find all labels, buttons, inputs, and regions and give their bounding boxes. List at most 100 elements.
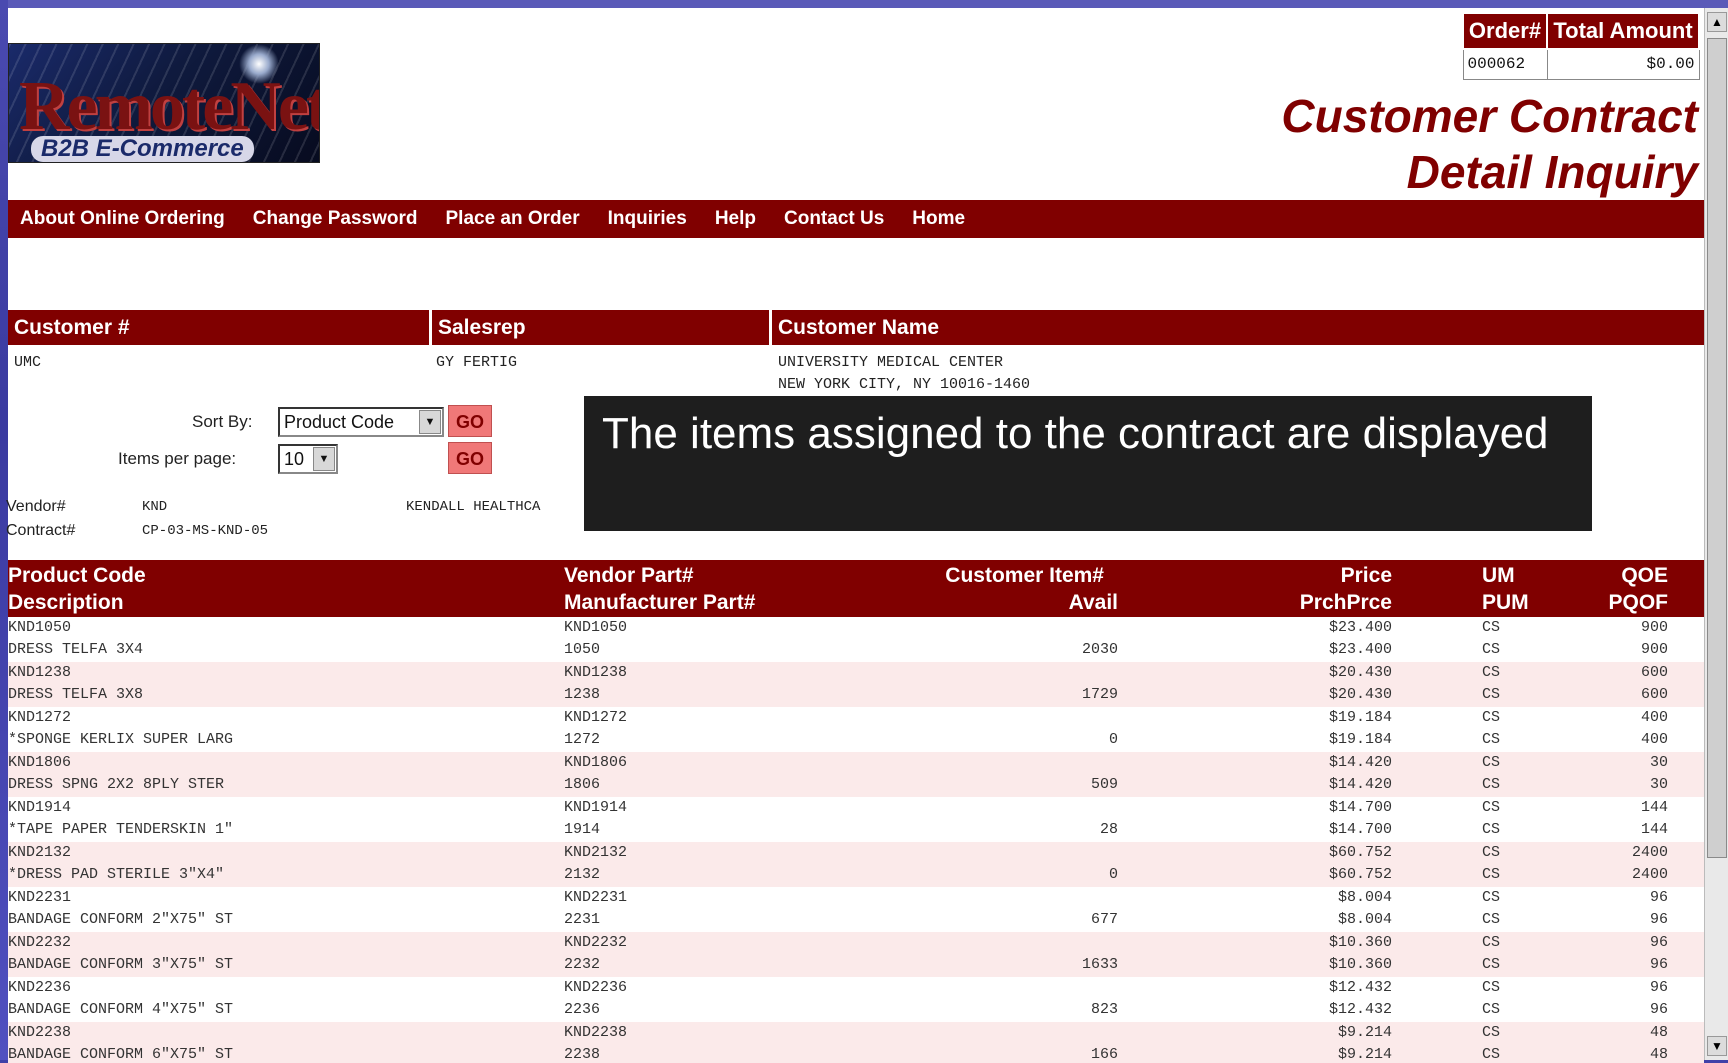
vendor-part-cell: KND1050 — [564, 619, 628, 636]
table-row[interactable]: KND1238 DRESS TELFA 3X8 KND1238 1238 172… — [8, 662, 1704, 707]
nav-home[interactable]: Home — [912, 208, 965, 230]
product-code-cell[interactable]: KND2231 — [8, 887, 71, 909]
items-per-page-select[interactable]: 10 ▼ — [278, 444, 338, 474]
pqof-cell: 900 — [1640, 641, 1668, 658]
pqof-cell: 48 — [1649, 1046, 1668, 1063]
col-product-code: Product Code — [8, 564, 146, 587]
product-code-cell[interactable]: KND1238 — [8, 662, 71, 684]
table-row[interactable]: KND2238 BANDAGE CONFORM 6"X75" ST KND223… — [8, 1022, 1704, 1063]
prch-price-cell: $23.400 — [1328, 641, 1392, 658]
um-cell: CS — [1482, 1024, 1501, 1041]
description-cell: DRESS TELFA 3X8 — [8, 686, 144, 703]
table-row[interactable]: KND2232 BANDAGE CONFORM 3"X75" ST KND223… — [8, 932, 1704, 977]
table-row[interactable]: KND2236 BANDAGE CONFORM 4"X75" ST KND223… — [8, 977, 1704, 1022]
col-customer-item: Customer Item# — [945, 564, 1104, 587]
pum-cell: CS — [1482, 911, 1501, 928]
chevron-down-icon[interactable]: ▼ — [419, 410, 441, 434]
nav-about-online-ordering[interactable]: About Online Ordering — [20, 208, 225, 230]
table-row[interactable]: KND2132 *DRESS PAD STERILE 3"X4" KND2132… — [8, 842, 1704, 887]
nav-change-password[interactable]: Change Password — [253, 208, 418, 230]
price-cell: $14.420 — [1328, 754, 1392, 771]
product-code-cell[interactable]: KND1050 — [8, 617, 71, 639]
table-row[interactable]: KND1806 DRESS SPNG 2X2 8PLY STER KND1806… — [8, 752, 1704, 797]
price-cell: $9.214 — [1337, 1024, 1392, 1041]
qoe-cell: 96 — [1649, 979, 1668, 996]
chevron-down-icon[interactable]: ▼ — [313, 447, 335, 471]
description-cell: BANDAGE CONFORM 3"X75" ST — [8, 956, 234, 973]
qoe-cell: 2400 — [1631, 844, 1668, 861]
qoe-cell: 96 — [1649, 889, 1668, 906]
manufacturer-part-cell: 2238 — [564, 1046, 601, 1063]
order-number-header: Order# — [1462, 12, 1548, 50]
items-go-button[interactable]: GO — [448, 442, 492, 474]
customer-address-value: NEW YORK CITY, NY 10016-1460 — [778, 376, 1031, 393]
customer-number-value: UMC — [14, 354, 42, 371]
price-cell: $10.360 — [1328, 934, 1392, 951]
sort-by-select[interactable]: Product Code ▼ — [278, 407, 444, 437]
customer-name-value: UNIVERSITY MEDICAL CENTER — [778, 354, 1004, 371]
product-code-cell[interactable]: KND1914 — [8, 797, 71, 819]
nav-contact-us[interactable]: Contact Us — [784, 208, 884, 230]
product-code-cell[interactable]: KND1806 — [8, 752, 71, 774]
pum-cell: CS — [1482, 686, 1501, 703]
sort-go-button[interactable]: GO — [448, 405, 492, 437]
qoe-cell: 144 — [1640, 799, 1668, 816]
product-code-cell[interactable]: KND2236 — [8, 977, 71, 999]
pqof-cell: 400 — [1640, 731, 1668, 748]
scroll-up-arrow-icon[interactable]: ▲ — [1707, 12, 1727, 32]
items-per-page-label: Items per page: — [118, 449, 237, 468]
contract-value: CP-03-MS-KND-05 — [142, 523, 269, 539]
price-cell: $19.184 — [1328, 709, 1392, 726]
vendor-part-cell: KND1806 — [564, 754, 628, 771]
vendor-part-cell: KND1272 — [564, 709, 628, 726]
price-cell: $23.400 — [1328, 619, 1392, 636]
pqof-cell: 96 — [1649, 956, 1668, 973]
col-prch-price: PrchPrce — [1299, 591, 1392, 614]
salesrep-value: GY FERTIG — [436, 354, 518, 371]
table-row[interactable]: KND1272 *SPONGE KERLIX SUPER LARG KND127… — [8, 707, 1704, 752]
pqof-cell: 2400 — [1631, 866, 1668, 883]
avail-cell: 1633 — [1081, 956, 1118, 973]
customer-name-header: Customer Name — [778, 316, 940, 339]
description-cell: *SPONGE KERLIX SUPER LARG — [8, 731, 234, 748]
qoe-cell: 900 — [1640, 619, 1668, 636]
avail-cell: 1729 — [1081, 686, 1118, 703]
scroll-thumb[interactable] — [1707, 38, 1727, 858]
window-frame-top — [0, 0, 1728, 8]
description-cell: *DRESS PAD STERILE 3"X4" — [8, 866, 225, 883]
nav-place-an-order[interactable]: Place an Order — [446, 208, 580, 230]
scroll-down-arrow-icon[interactable]: ▼ — [1707, 1036, 1727, 1056]
pum-cell: CS — [1482, 866, 1501, 883]
pum-cell: CS — [1482, 821, 1501, 838]
nav-inquiries[interactable]: Inquiries — [608, 208, 687, 230]
page-title-line2: Detail Inquiry — [1406, 146, 1698, 198]
avail-cell: 0 — [1108, 731, 1118, 748]
price-cell: $8.004 — [1337, 889, 1392, 906]
pqof-cell: 96 — [1649, 1001, 1668, 1018]
um-cell: CS — [1482, 709, 1501, 726]
nav-help[interactable]: Help — [715, 208, 756, 230]
vendor-name: KENDALL HEALTHCA — [406, 499, 541, 515]
sort-by-value: Product Code — [284, 412, 395, 432]
product-code-cell[interactable]: KND2232 — [8, 932, 71, 954]
col-description: Description — [8, 591, 124, 614]
avail-cell: 0 — [1108, 866, 1118, 883]
product-code-cell[interactable]: KND2238 — [8, 1022, 71, 1044]
product-code-cell[interactable]: KND2132 — [8, 842, 71, 864]
product-code-cell[interactable]: KND1272 — [8, 707, 71, 729]
page-title: Customer Contract Detail Inquiry — [1281, 88, 1698, 200]
um-cell: CS — [1482, 979, 1501, 996]
vertical-scrollbar[interactable]: ▲ ▼ — [1704, 8, 1728, 1060]
table-row[interactable]: KND1050 DRESS TELFA 3X4 KND1050 1050 203… — [8, 617, 1704, 662]
price-cell: $14.700 — [1328, 799, 1392, 816]
contract-label: Contract# — [6, 522, 76, 539]
table-row[interactable]: KND1914 *TAPE PAPER TENDERSKIN 1" KND191… — [8, 797, 1704, 842]
qoe-cell: 96 — [1649, 934, 1668, 951]
sort-by-label: Sort By: — [192, 412, 253, 431]
total-amount-header: Total Amount — [1546, 12, 1700, 50]
manufacturer-part-cell: 1238 — [564, 686, 601, 703]
qoe-cell: 48 — [1649, 1024, 1668, 1041]
pum-cell: CS — [1482, 731, 1501, 748]
table-row[interactable]: KND2231 BANDAGE CONFORM 2"X75" ST KND223… — [8, 887, 1704, 932]
um-cell: CS — [1482, 664, 1501, 681]
